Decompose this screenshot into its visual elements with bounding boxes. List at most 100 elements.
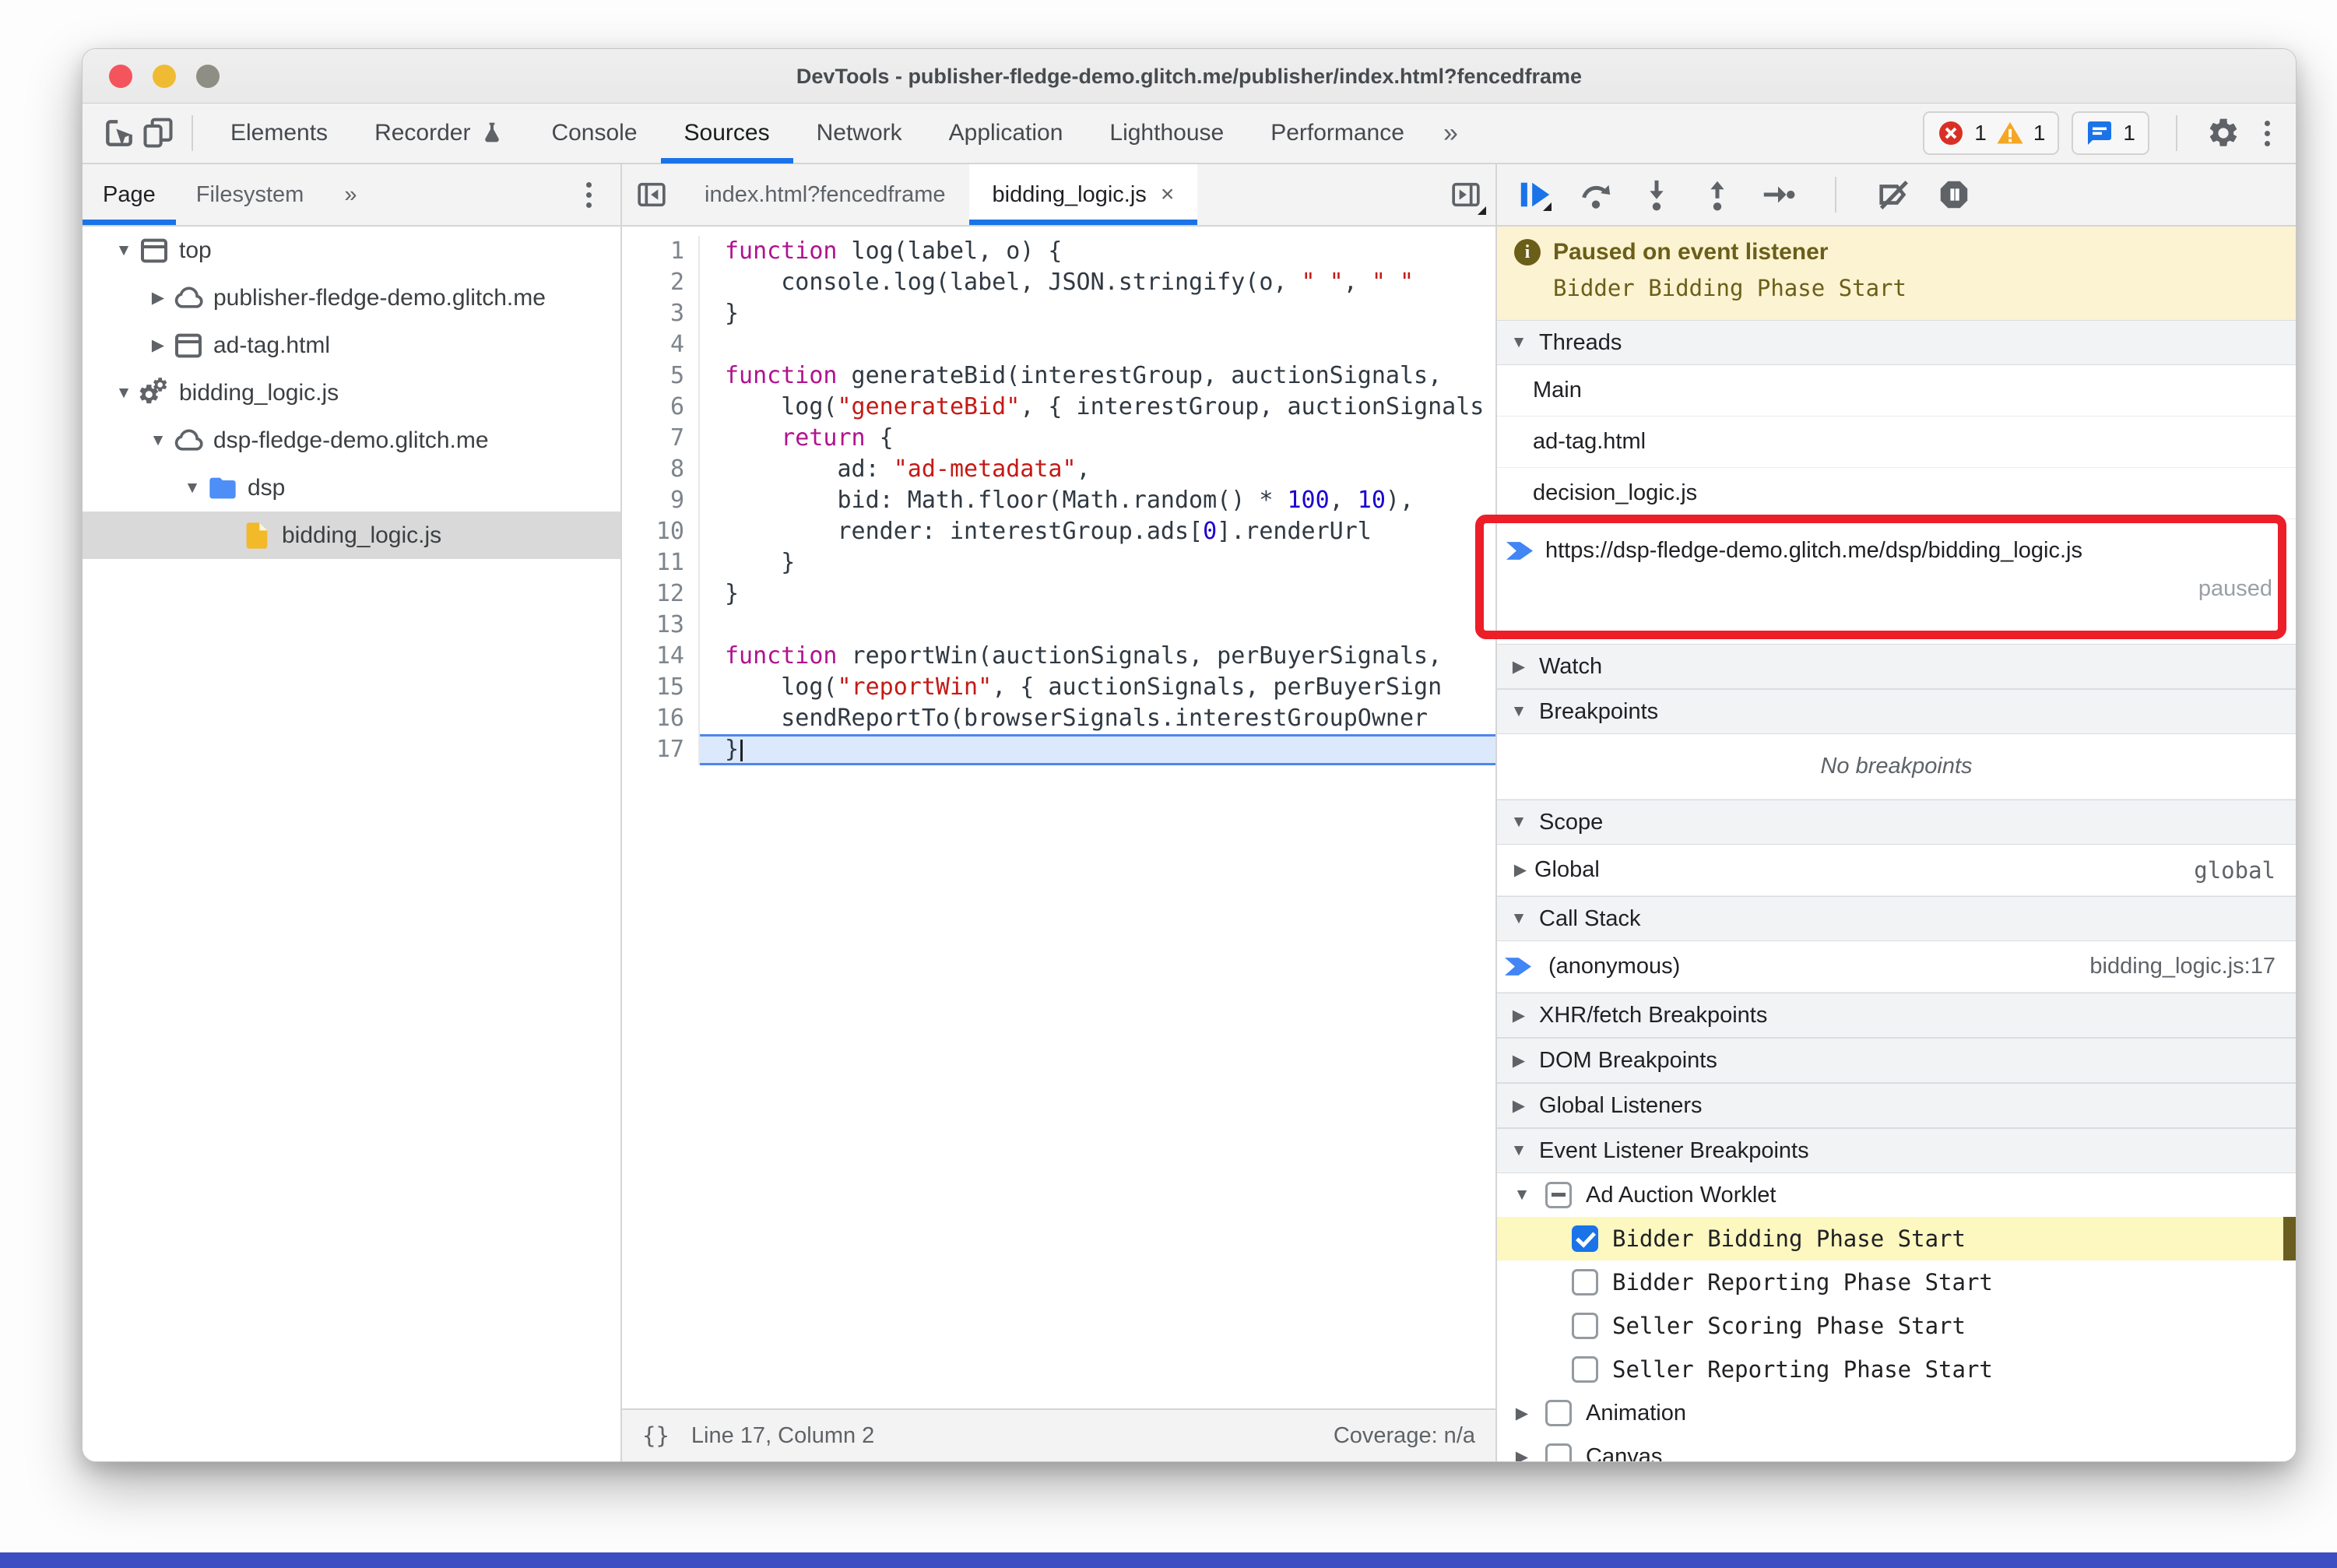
hide-navigator-icon[interactable] (630, 173, 673, 216)
code-line[interactable]: 1 function log(label, o) { (622, 236, 1495, 267)
tree-item-top[interactable]: ▼ top (83, 227, 620, 274)
tree-item-bidding-logic-js[interactable]: bidding_logic.js (83, 512, 620, 559)
tree-expand-arrow[interactable]: ▶ (145, 336, 171, 355)
code-line[interactable]: 7 return { (622, 423, 1495, 454)
navigator-tab-filesystem[interactable]: Filesystem (176, 164, 325, 225)
line-number[interactable]: 13 (622, 610, 700, 641)
code-line[interactable]: 3} (622, 298, 1495, 329)
navigator-more-tabs-button[interactable]: » (324, 164, 377, 225)
section-event-listener-breakpoints[interactable]: ▼ Event Listener Breakpoints (1497, 1128, 2296, 1173)
step-out-icon[interactable] (1699, 177, 1735, 213)
thread-row-decision-logic-js[interactable]: decision_logic.js (1497, 468, 2296, 519)
scope-global-row[interactable]: ▶ Global global (1497, 845, 2296, 896)
line-number[interactable]: 7 (622, 423, 700, 454)
editor-tab-bidding-logic-js[interactable]: bidding_logic.js × (968, 164, 1198, 225)
line-number[interactable]: 4 (622, 329, 700, 360)
step-icon[interactable] (1760, 177, 1796, 213)
code-line-current[interactable]: 17} (622, 734, 1495, 765)
issues-badge[interactable]: 1 (2072, 111, 2149, 155)
breakpoint-group-canvas[interactable]: ▶ Canvas (1497, 1435, 2296, 1462)
section-dom-breakpoints[interactable]: ▶ DOM Breakpoints (1497, 1038, 2296, 1083)
tab-network[interactable]: Network (793, 103, 926, 163)
section-threads[interactable]: ▼ Threads (1497, 320, 2296, 365)
line-number[interactable]: 10 (622, 516, 700, 547)
line-number[interactable]: 16 (622, 703, 700, 734)
breakpoint-seller-scoring-phase-start[interactable]: Seller Scoring Phase Start (1497, 1304, 2296, 1348)
tab-sources[interactable]: Sources (661, 103, 793, 163)
line-number[interactable]: 12 (622, 578, 700, 610)
line-number[interactable]: 14 (622, 641, 700, 672)
more-panels-button[interactable]: » (1428, 118, 1474, 149)
tree-expand-arrow[interactable]: ▶ (145, 288, 171, 308)
checkbox[interactable] (1572, 1313, 1598, 1339)
tree-item-bidding-logic-js[interactable]: ▼ bidding_logic.js (83, 369, 620, 417)
checkbox[interactable] (1572, 1225, 1598, 1252)
code-line[interactable]: 6 log("generateBid", { interestGroup, au… (622, 392, 1495, 423)
deactivate-breakpoints-icon[interactable] (1875, 177, 1911, 213)
line-number[interactable]: 11 (622, 547, 700, 578)
tree-expand-arrow[interactable]: ▶ (1513, 1404, 1531, 1423)
step-into-icon[interactable] (1639, 177, 1675, 213)
tree-item-publisher-fledge-demo-glitch-me[interactable]: ▶ publisher-fledge-demo.glitch.me (83, 274, 620, 322)
tree-expand-arrow[interactable]: ▼ (111, 384, 137, 403)
code-line[interactable]: 4 (622, 329, 1495, 360)
line-number[interactable]: 6 (622, 392, 700, 423)
line-number[interactable]: 8 (622, 454, 700, 485)
tab-recorder[interactable]: Recorder (351, 103, 528, 163)
code-line[interactable]: 10 render: interestGroup.ads[0].renderUr… (622, 516, 1495, 547)
code-line[interactable]: 5 function generateBid(interestGroup, auc… (622, 360, 1495, 392)
inspect-element-icon[interactable] (100, 114, 139, 153)
thread-row-ad-tag-html[interactable]: ad-tag.html (1497, 417, 2296, 468)
tree-expand-arrow[interactable]: ▶ (1513, 1447, 1531, 1462)
code-line[interactable]: 14 function reportWin(auctionSignals, per… (622, 641, 1495, 672)
code-line[interactable]: 11 } (622, 547, 1495, 578)
code-line[interactable]: 8 ad: "ad-metadata", (622, 454, 1495, 485)
section-xhr-breakpoints[interactable]: ▶ XHR/fetch Breakpoints (1497, 993, 2296, 1038)
step-over-icon[interactable] (1578, 177, 1614, 213)
code-line[interactable]: 16 sendReportTo(browserSignals.interestG… (622, 703, 1495, 734)
section-global-listeners[interactable]: ▶ Global Listeners (1497, 1083, 2296, 1128)
code-editor[interactable]: 1 function log(label, o) {2 console.log(l… (622, 227, 1495, 1408)
breakpoint-group-ad-auction-worklet[interactable]: ▼ Ad Auction Worklet (1497, 1173, 2296, 1217)
tree-item-dsp[interactable]: ▼ dsp (83, 464, 620, 512)
navigator-kebab-icon[interactable] (577, 164, 620, 225)
checkbox[interactable] (1545, 1400, 1572, 1426)
line-number[interactable]: 9 (622, 485, 700, 516)
code-line[interactable]: 13 (622, 610, 1495, 641)
tree-item-dsp-fledge-demo-glitch-me[interactable]: ▼ dsp-fledge-demo.glitch.me (83, 417, 620, 464)
section-call-stack[interactable]: ▼ Call Stack (1497, 896, 2296, 941)
checkbox[interactable] (1545, 1443, 1572, 1461)
tab-elements[interactable]: Elements (207, 103, 351, 163)
breakpoint-bidder-bidding-phase-start[interactable]: Bidder Bidding Phase Start (1497, 1217, 2296, 1260)
tab-lighthouse[interactable]: Lighthouse (1086, 103, 1247, 163)
line-number[interactable]: 1 (622, 236, 700, 267)
errors-warnings-badge[interactable]: 1 1 (1923, 111, 2060, 155)
breakpoint-bidder-reporting-phase-start[interactable]: Bidder Reporting Phase Start (1497, 1260, 2296, 1304)
line-number[interactable]: 3 (622, 298, 700, 329)
section-watch[interactable]: ▶ Watch (1497, 644, 2296, 689)
device-toolbar-icon[interactable] (139, 114, 177, 153)
code-line[interactable]: 2 console.log(label, JSON.stringify(o, "… (622, 267, 1495, 298)
breakpoint-seller-reporting-phase-start[interactable]: Seller Reporting Phase Start (1497, 1348, 2296, 1391)
show-debugger-panel-icon[interactable] (1444, 173, 1488, 216)
checkbox[interactable] (1572, 1269, 1598, 1296)
tree-expand-arrow[interactable]: ▼ (111, 241, 137, 260)
pretty-print-icon[interactable]: {} (642, 1422, 669, 1449)
code-line[interactable]: 12} (622, 578, 1495, 610)
section-breakpoints[interactable]: ▼ Breakpoints (1497, 689, 2296, 734)
navigator-tab-page[interactable]: Page (83, 164, 176, 225)
tree-expand-arrow[interactable]: ▼ (1513, 1186, 1531, 1204)
line-number[interactable]: 2 (622, 267, 700, 298)
close-icon[interactable]: × (1161, 181, 1175, 208)
settings-gear-icon[interactable] (2204, 114, 2243, 153)
checkbox[interactable] (1545, 1182, 1572, 1208)
call-stack-frame[interactable]: (anonymous) bidding_logic.js:17 (1497, 941, 2296, 993)
tab-application[interactable]: Application (926, 103, 1087, 163)
pause-on-exceptions-icon[interactable] (1936, 177, 1972, 213)
code-line[interactable]: 9 bid: Math.floor(Math.random() * 100, 1… (622, 485, 1495, 516)
tree-item-ad-tag-html[interactable]: ▶ ad-tag.html (83, 322, 620, 369)
tab-performance[interactable]: Performance (1247, 103, 1428, 163)
line-number[interactable]: 5 (622, 360, 700, 392)
breakpoint-group-animation[interactable]: ▶ Animation (1497, 1391, 2296, 1435)
section-scope[interactable]: ▼ Scope (1497, 800, 2296, 845)
